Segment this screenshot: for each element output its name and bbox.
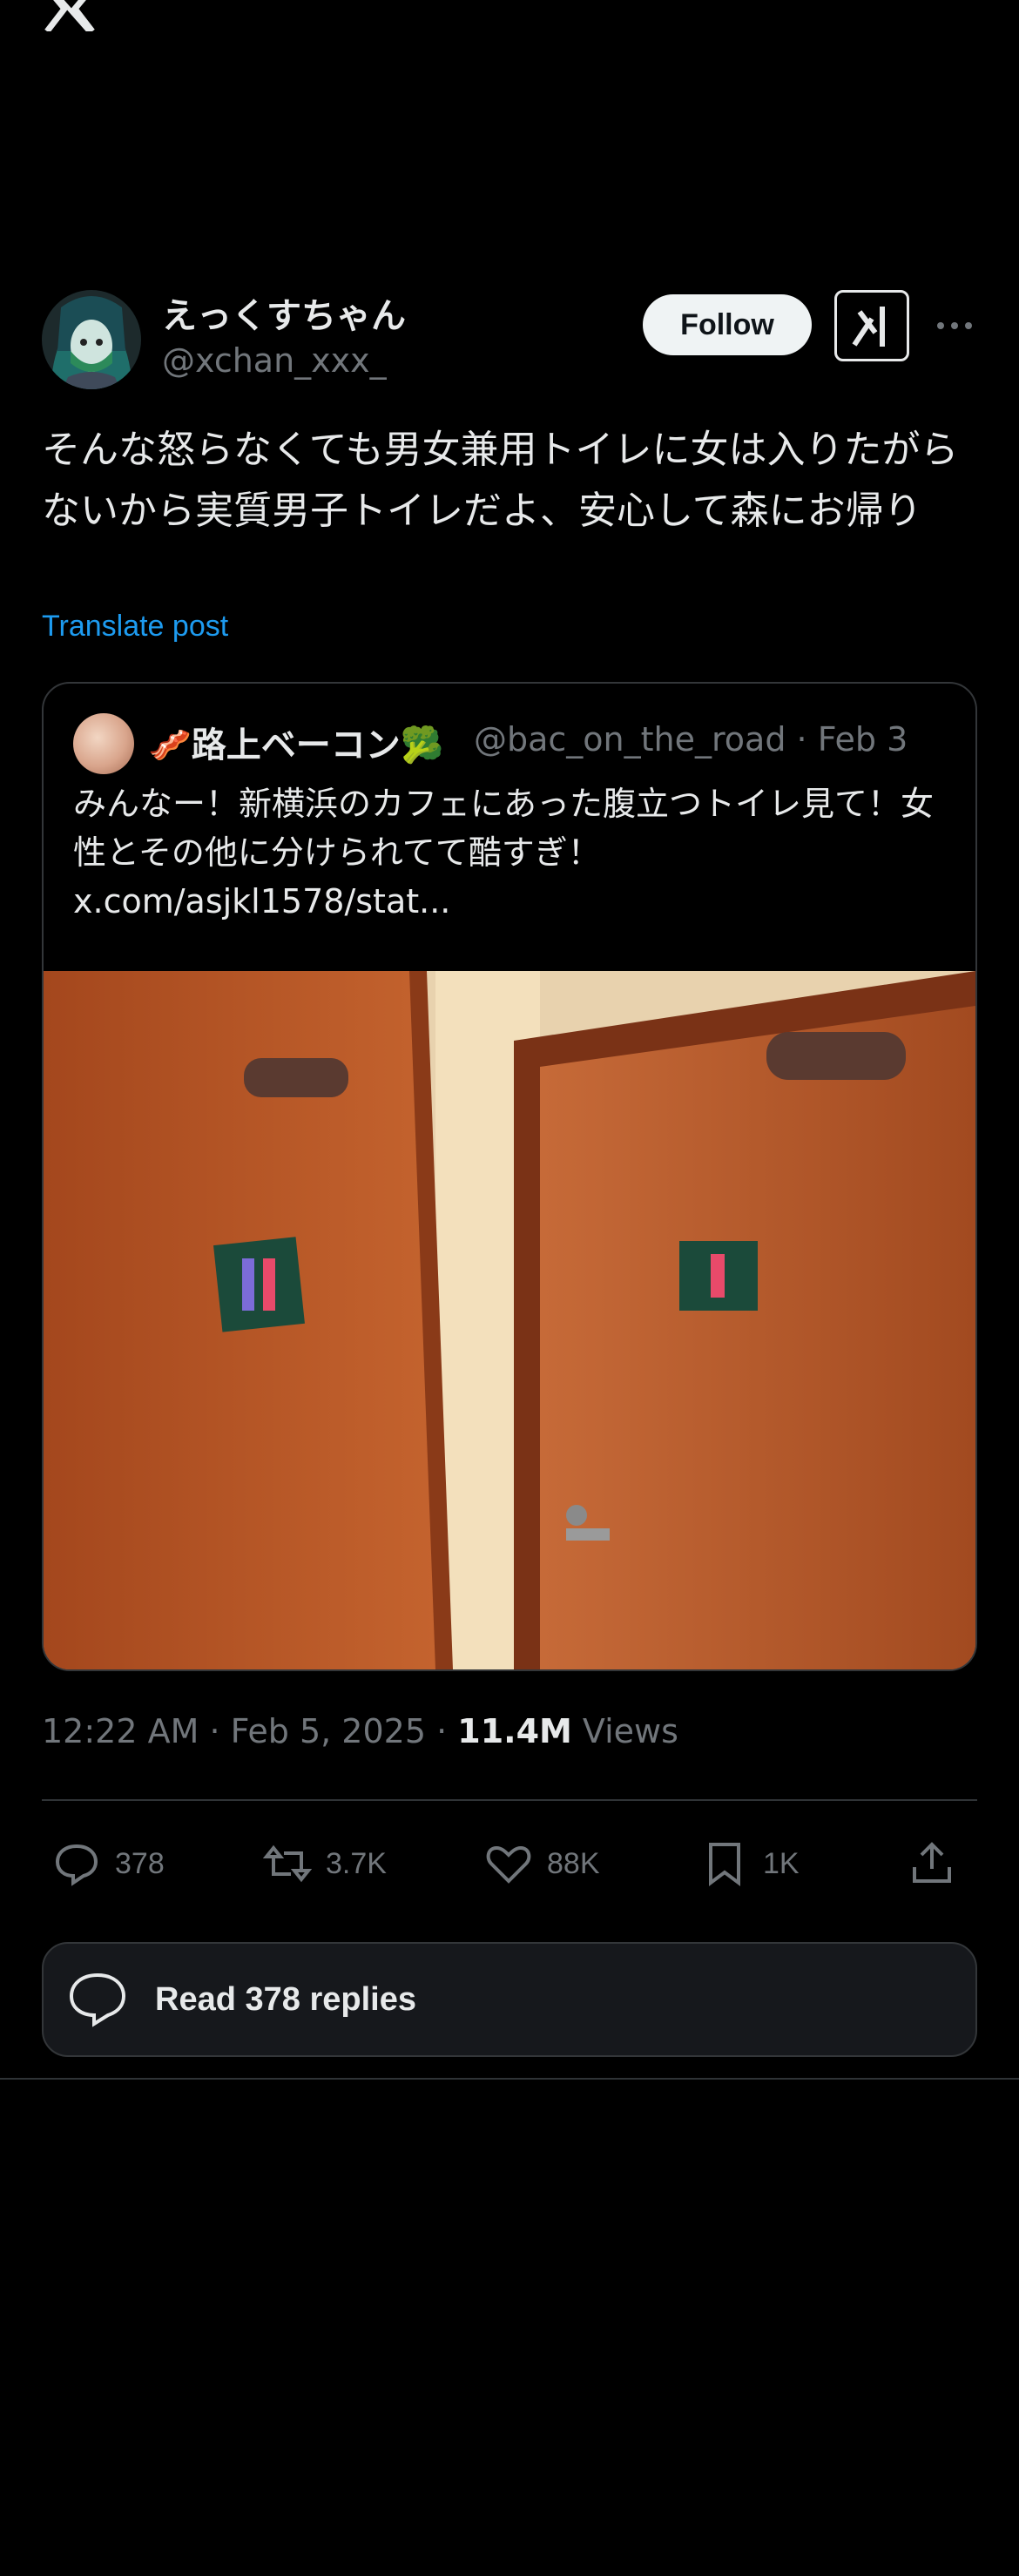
more-horizontal-icon[interactable] (937, 0, 977, 9)
post-time-date: 12:22 AM · Feb 5, 2025 · (42, 1712, 458, 1750)
quoted-post-link[interactable]: x.com/asjkl1578/stat... (73, 877, 944, 926)
meta-separator: · (796, 720, 807, 759)
quoted-post-meta: @bac_on_the_road · Feb 3 (474, 720, 908, 759)
like-button[interactable]: 88K (484, 1829, 600, 1898)
bookmark-count: 1K (763, 1846, 800, 1880)
post-text: そんな怒らなくても男女兼用トイレに女は入りたがらないから実質男子トイレだよ、安心… (42, 428, 959, 533)
bookmark-icon (709, 1843, 740, 1886)
repost-button[interactable]: 3.7K (263, 1829, 387, 1898)
bookmark-button[interactable]: 1K (700, 1829, 800, 1898)
views-label: Views (571, 1712, 678, 1750)
action-bar: 378 3.7K 88K 1K (42, 1829, 977, 1898)
read-replies-button[interactable]: Read 378 replies (42, 1942, 977, 2057)
reply-button[interactable]: 378 (52, 1829, 165, 1898)
author-handle[interactable]: @xchan_xxx_ (162, 341, 387, 380)
repost-icon (263, 1844, 312, 1883)
repost-count: 3.7K (326, 1846, 387, 1880)
heart-icon (486, 1845, 531, 1884)
quoted-author-avatar (73, 713, 134, 774)
read-replies-label: Read 378 replies (155, 1980, 416, 2018)
post-timestamp: 12:22 AM · Feb 5, 2025 · 11.4M Views (42, 1712, 678, 1750)
post-more-icon[interactable] (935, 315, 974, 336)
quoted-post-card[interactable]: 🥓路上ベーコン🥦 @bac_on_the_road · Feb 3 みんなー！新… (42, 682, 977, 1671)
quoted-post-photo[interactable] (44, 971, 975, 1669)
quoted-post-date: Feb 3 (817, 720, 908, 759)
author-display-name[interactable]: えっくすちゃん (162, 287, 406, 338)
top-bar (0, 0, 1019, 61)
x-logo-icon[interactable] (42, 0, 98, 31)
reply-icon (55, 1844, 98, 1886)
share-icon (913, 1842, 951, 1883)
divider (0, 2078, 1019, 2080)
grok-icon[interactable] (834, 290, 909, 361)
follow-button[interactable]: Follow (643, 294, 812, 355)
quoted-author-handle: @bac_on_the_road (474, 720, 786, 759)
translate-post-link[interactable]: Translate post (42, 610, 228, 644)
author-avatar[interactable] (42, 290, 141, 389)
divider (42, 1799, 977, 1801)
views-count: 11.4M (457, 1712, 572, 1750)
reply-count: 378 (115, 1846, 165, 1880)
quoted-post-body: みんなー！新横浜のカフェにあった腹立つトイレ見て！女性とその他に分けられてて酷す… (73, 785, 935, 872)
share-button[interactable] (908, 1829, 956, 1898)
quoted-author-name: 🥓路上ベーコン🥦 (148, 725, 444, 765)
quoted-post-text: みんなー！新横浜のカフェにあった腹立つトイレ見て！女性とその他に分けられてて酷す… (73, 779, 944, 926)
like-count: 88K (547, 1846, 600, 1880)
reply-bubble-icon (69, 1972, 126, 2027)
